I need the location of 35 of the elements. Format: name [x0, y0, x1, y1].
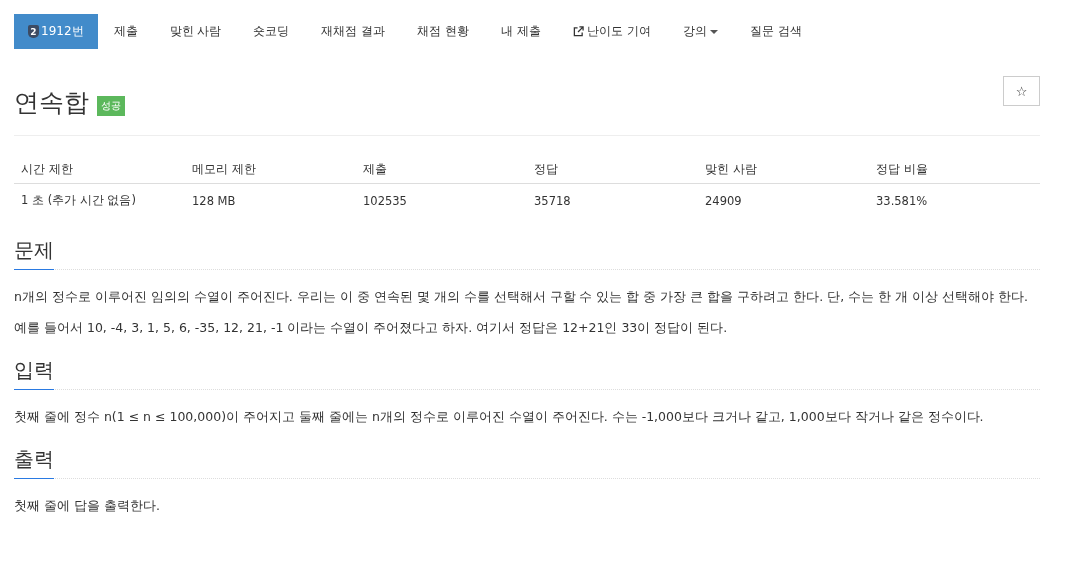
table-cell: 24909	[698, 183, 869, 217]
star-button[interactable]: ☆	[1003, 76, 1040, 106]
nav-tab[interactable]: 맞힌 사람	[153, 14, 238, 49]
column-header: 제출	[356, 156, 527, 184]
nav-tab[interactable]: 강의	[666, 14, 734, 49]
paragraph: 예를 들어서 10, -4, 3, 1, 5, 6, -35, 12, 21, -1 이라는 수열이 주어졌다고 하자. 여기서 정답은 12+21인 33이 정답이 된다.	[14, 319, 729, 337]
section-heading: 출력	[14, 446, 54, 479]
nav-tab[interactable]: 난이도 기여	[556, 14, 667, 49]
paragraph: 첫째 줄에 정수 n(1 ≤ n ≤ 100,000)이 주어지고 둘째 줄에는 n개의 정수로 이루어진 수열이 주어진다. 수는 -1,000보다 크거나 같고, 1,000보다 작거나 같은 정수이다.	[14, 408, 985, 426]
paragraph: 첫째 줄에 답을 출력한다.	[14, 497, 161, 515]
column-header: 정답 비율	[869, 156, 1040, 184]
paragraph: n개의 정수로 이루어진 임의의 수열이 주어진다. 우리는 이 중 연속된 몇 개의 수를 선택해서 구할 수 있는 합 중 가장 큰 합을 구하려고 한다. 단, 수는 한 개 이상 선택해야 한다.	[14, 288, 1030, 306]
nav-tab[interactable]: 제출	[97, 14, 154, 49]
column-header: 정답	[527, 156, 698, 184]
column-header: 맞힌 사람	[698, 156, 869, 184]
nav-tab[interactable]: 질문 검색	[733, 14, 818, 49]
section-heading: 입력	[14, 357, 54, 390]
level-badge-icon: 2	[28, 25, 39, 38]
table-cell: 128 MB	[185, 183, 356, 217]
column-header: 시간 제한	[14, 156, 185, 184]
external-link-icon	[572, 26, 584, 37]
status-badge: 성공	[97, 95, 125, 116]
table-cell: 102535	[356, 183, 527, 217]
nav-tab[interactable]: 채점 현황	[401, 14, 486, 49]
nav-tab[interactable]: 2 1912번	[14, 14, 98, 49]
table-cell: 35718	[527, 183, 698, 217]
caret-icon	[709, 29, 718, 34]
table-cell: 1 초 (추가 시간 없음)	[14, 183, 185, 217]
problem-title: 연속합	[14, 87, 89, 119]
nav-tab[interactable]: 숏코딩	[237, 14, 306, 49]
nav-tab[interactable]: 내 제출	[485, 14, 557, 49]
section-heading: 문제	[14, 237, 54, 270]
column-header: 메모리 제한	[185, 156, 356, 184]
table-cell: 33.581%	[869, 183, 1040, 217]
nav-tab[interactable]: 재채점 결과	[305, 14, 402, 49]
